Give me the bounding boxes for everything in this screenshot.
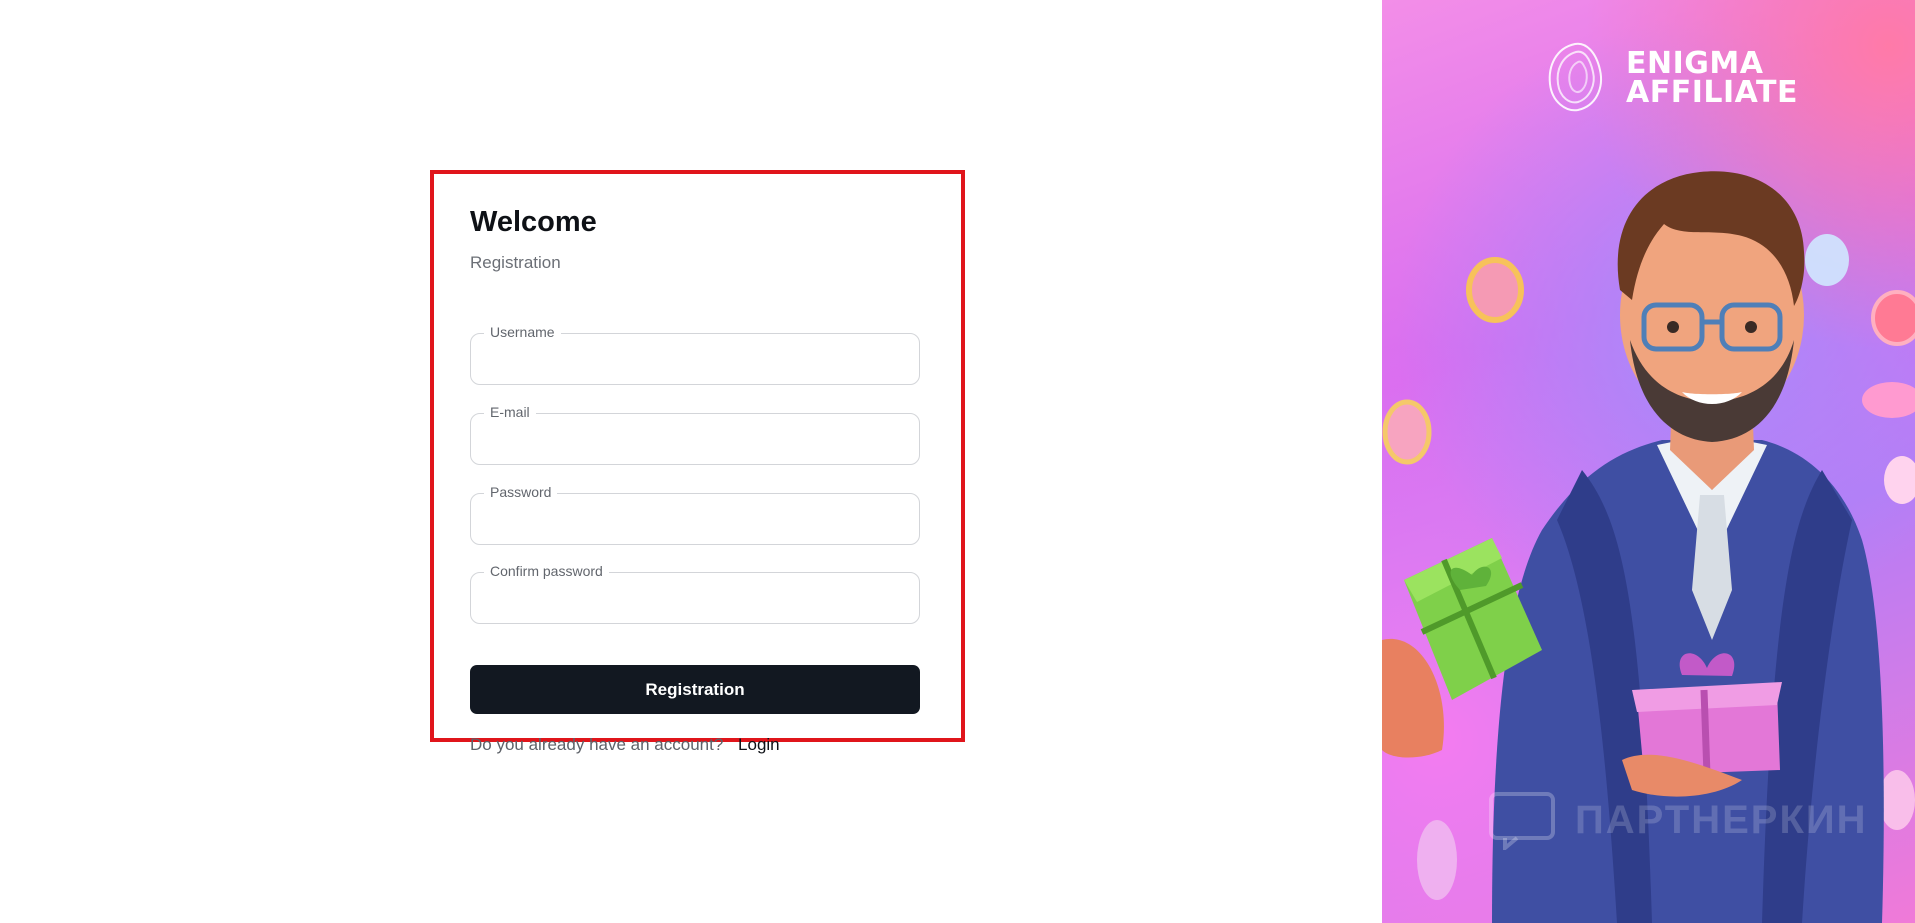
login-prompt: Do you already have an account? Login: [470, 734, 780, 756]
registration-form: Welcome Registration Username E-mail Pas…: [470, 204, 920, 754]
registration-card: Welcome Registration Username E-mail Pas…: [430, 170, 965, 754]
email-field[interactable]: E-mail: [470, 403, 920, 465]
username-input[interactable]: [470, 333, 920, 385]
page-subtitle: Registration: [470, 253, 561, 272]
password-field[interactable]: Password: [470, 483, 920, 545]
page-title: Welcome: [470, 206, 597, 238]
confirm-password-field[interactable]: Confirm password: [470, 562, 920, 624]
hero-panel: ENIGMA AFFILIATE ПАРТНЕРКИН: [1382, 0, 1915, 923]
username-field[interactable]: Username: [470, 323, 920, 385]
businessman-illustration: [1382, 171, 1915, 923]
watermark: ПАРТНЕРКИН: [1487, 790, 1868, 850]
login-link[interactable]: Login: [738, 735, 780, 754]
password-input[interactable]: [470, 493, 920, 545]
login-question: Do you already have an account?: [470, 735, 724, 754]
watermark-icon: [1489, 792, 1555, 850]
confirm-password-input[interactable]: [470, 572, 920, 624]
registration-button[interactable]: Registration: [470, 665, 920, 714]
watermark-text: ПАРТНЕРКИН: [1575, 797, 1868, 842]
email-input[interactable]: [470, 413, 920, 465]
